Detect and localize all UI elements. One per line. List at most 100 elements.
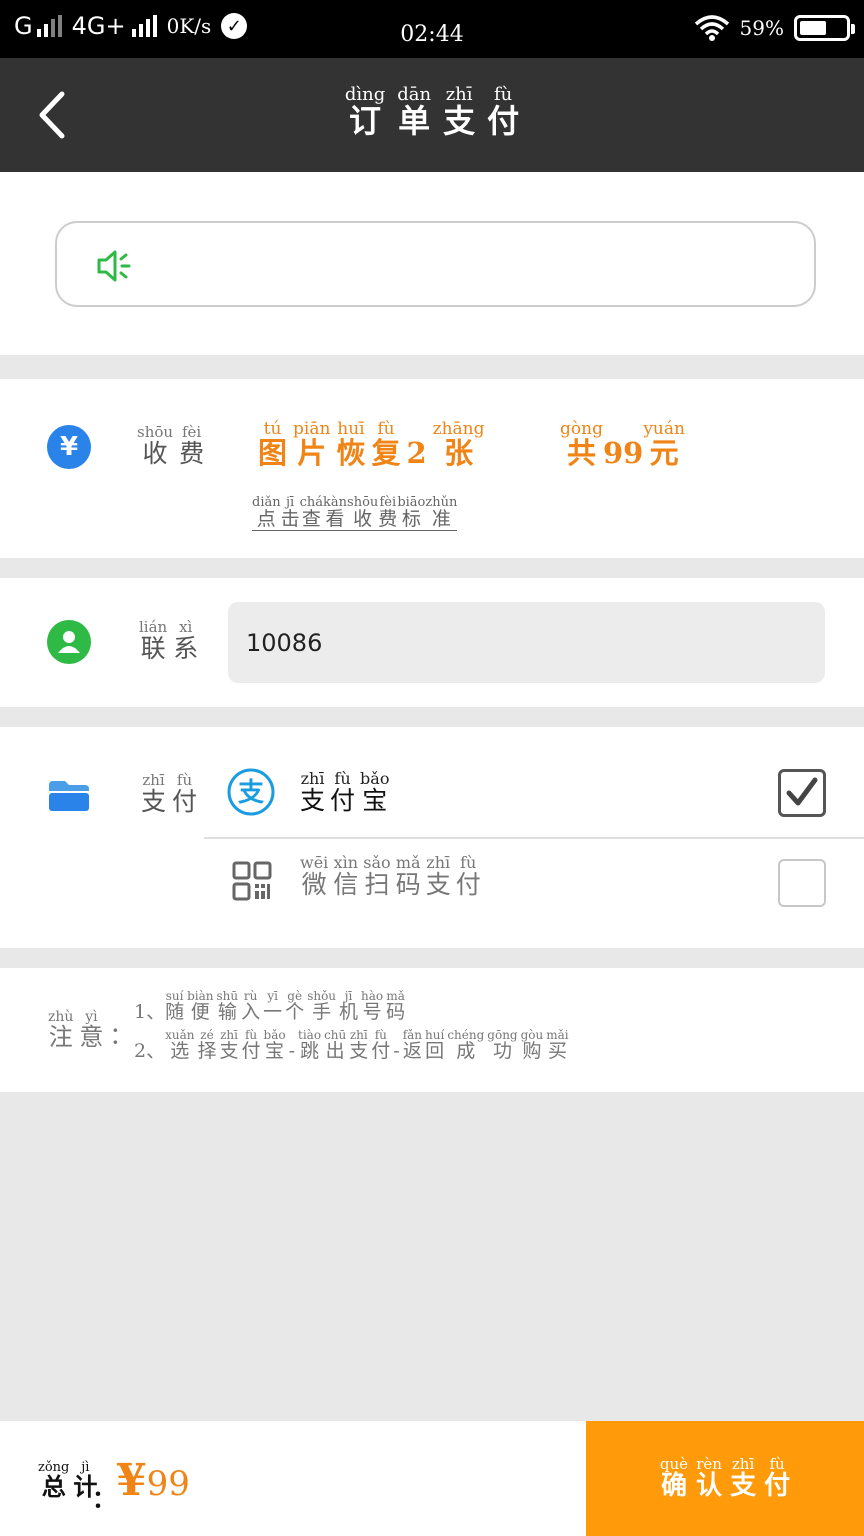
ruby-char: shū 输 [217, 990, 239, 1023]
pinyin: zhī [300, 769, 325, 788]
hanzi: 标 [401, 508, 421, 530]
ruby-char: gòng 共 [560, 421, 603, 470]
fee-item: tú 图 piān 片 huī 恢 fù 复 2 zhāng 张 [258, 421, 491, 470]
pinyin: bǎo [360, 769, 390, 788]
hanzi: 宝 [265, 1040, 285, 1062]
ruby-char: mǎ 码 [396, 855, 421, 899]
pinyin: zhī [426, 853, 451, 872]
ruby-char: xìn 信 [333, 855, 358, 899]
ruby-char: biāo 标 [397, 496, 425, 530]
note-colon: ： [109, 1021, 134, 1050]
pinyin-text: diǎn 点 jī 击 chá 查 kàn 看 shōu 收 fèi 费 biāo 标 zhǔn 准 [252, 496, 457, 530]
ruby-char: shǒu 手 [307, 990, 336, 1023]
hanzi: 随 [165, 1001, 185, 1023]
hanzi: 99 [602, 436, 644, 470]
pinyin: fèi [181, 423, 202, 441]
ruby-char: tú 图 [258, 421, 287, 470]
alipay-icon: 支 [227, 768, 275, 816]
payment-option-label: wēi 微 xìn 信 sǎo 扫 mǎ 码 zhī 支 fù 付 [300, 855, 486, 899]
ruby-char: gōng 功 [487, 1029, 517, 1062]
note-title: zhù 注 yì 意： [48, 1010, 133, 1050]
ruby-char: zhǔn 准 [425, 496, 457, 530]
ruby-char: chéng 成 [447, 1029, 484, 1062]
hanzi: 查 [301, 508, 321, 530]
pinyin: xìn [333, 853, 359, 872]
pinyin: fù [460, 853, 477, 872]
confirm-payment-button[interactable]: què 确 rèn 认 zhī 支 fù 付 [586, 1421, 864, 1536]
hanzi: 注 [48, 1023, 73, 1051]
ruby-char: fù 付 [172, 773, 197, 816]
fee-label: shōu 收 fèi 费 [137, 425, 210, 468]
hanzi: 意 [79, 1023, 104, 1051]
ruby-char: lián 联 [139, 620, 167, 663]
note-num-2: 2、 [134, 1040, 166, 1062]
ruby-char: gè 个 [285, 990, 304, 1023]
hanzi: 码 [395, 870, 421, 899]
pinyin: què [659, 1454, 689, 1473]
currency-symbol: ¥ [116, 1455, 147, 1506]
hanzi: 支 [425, 870, 451, 899]
ruby-char: yī 一 [263, 990, 282, 1023]
ruby-char: dìng 订 [345, 86, 385, 139]
phone-input[interactable] [228, 602, 825, 683]
pinyin-text: wēi 微 xìn 信 sǎo 扫 mǎ 码 zhī 支 fù 付 [300, 855, 486, 899]
hanzi: 复 [371, 436, 401, 470]
payment-option-alipay[interactable]: 支 zhī 支 fù 付 bǎo 宝 [204, 749, 864, 837]
hanzi: 付 [241, 1040, 261, 1062]
fee-total: gòng 共 99 yuán 元 [560, 421, 685, 470]
note-line-2: 2、 xuǎn 选 zé 择 zhī 支 fù 付 bǎo 宝 - tiào 跳 chū 出 zhī 支 fù 付… [134, 1029, 572, 1062]
ruby-char: fù 付 [330, 771, 355, 815]
ruby-char: gòu 购 [521, 1029, 544, 1062]
pinyin: fù [176, 771, 193, 789]
ruby-char: jī 机 [339, 990, 358, 1023]
ruby-char: zhù 注 [48, 1010, 73, 1050]
pinyin-text: gòng 共 99 yuán 元 [560, 421, 685, 470]
ruby-char: 2 [406, 421, 426, 470]
wechat-checkbox[interactable] [778, 859, 826, 907]
ruby-char: zhī 支 [141, 773, 166, 816]
hanzi: 支 [349, 1040, 369, 1062]
fee-standard-link[interactable]: diǎn 点 jī 击 chá 查 kàn 看 shōu 收 fèi 费 biāo 标 zhǔn 准 [252, 496, 458, 531]
payment-option-wechat[interactable]: wēi 微 xìn 信 sǎo 扫 mǎ 码 zhī 支 fù 付 [204, 837, 864, 925]
ruby-char: fǎn 返 [403, 1029, 422, 1062]
ruby-char: hào 号 [361, 990, 383, 1023]
hanzi: 支 [443, 102, 476, 140]
pinyin: zhù [48, 1009, 74, 1025]
ruby-char: fù 付 [371, 1029, 390, 1062]
ruby-char: yì 意 [79, 1010, 103, 1050]
hanzi: 付 [455, 870, 481, 899]
hanzi: 恢 [336, 436, 366, 470]
ruby-char: mǎi 买 [546, 1029, 568, 1062]
pinyin-text: tú 图 piān 片 huī 恢 fù 复 2 zhāng 张 [258, 421, 491, 470]
total-amount: ¥99 [116, 1455, 190, 1506]
ruby-char: xuǎn 选 [165, 1029, 194, 1062]
ruby-char: suí 随 [165, 990, 184, 1023]
pinyin-text: dìng 订 dān 单 zhī 支 fù 付 [339, 86, 525, 139]
hanzi: 出 [325, 1040, 345, 1062]
ruby-char: fù 付 [764, 1454, 790, 1501]
hanzi: 2 [406, 436, 427, 470]
payment-label: zhī 支 fù 付 [141, 773, 203, 816]
hanzi: 一 [263, 1001, 283, 1023]
hanzi: 元 [649, 436, 679, 470]
ruby-char: shōu 收 [347, 496, 378, 530]
hanzi: 费 [378, 508, 398, 530]
pinyin: fù [769, 1454, 785, 1473]
hanzi: 择 [197, 1040, 217, 1062]
ruby-char: zhī 支 [300, 771, 325, 815]
hanzi: 确 [660, 1470, 687, 1501]
pinyin-text: zhī 支 fù 付 [141, 773, 203, 816]
hanzi: 买 [547, 1040, 567, 1062]
ruby-char: shōu 收 [137, 425, 173, 468]
battery-icon [794, 15, 855, 41]
ruby-char: - [289, 1029, 295, 1062]
hanzi: 联 [140, 634, 166, 663]
pinyin: mǎ [395, 853, 421, 872]
hanzi: 看 [325, 508, 345, 530]
hanzi: - [288, 1040, 296, 1062]
alipay-checkbox[interactable] [778, 769, 826, 817]
pinyin-text: xuǎn 选 zé 择 zhī 支 fù 付 bǎo 宝 - tiào 跳 chū 出 zhī 支 fù 付 -f… [165, 1029, 572, 1062]
hanzi: - [393, 1040, 400, 1062]
ruby-char: què 确 [659, 1454, 689, 1501]
ruby-char: diǎn 点 [252, 496, 281, 530]
